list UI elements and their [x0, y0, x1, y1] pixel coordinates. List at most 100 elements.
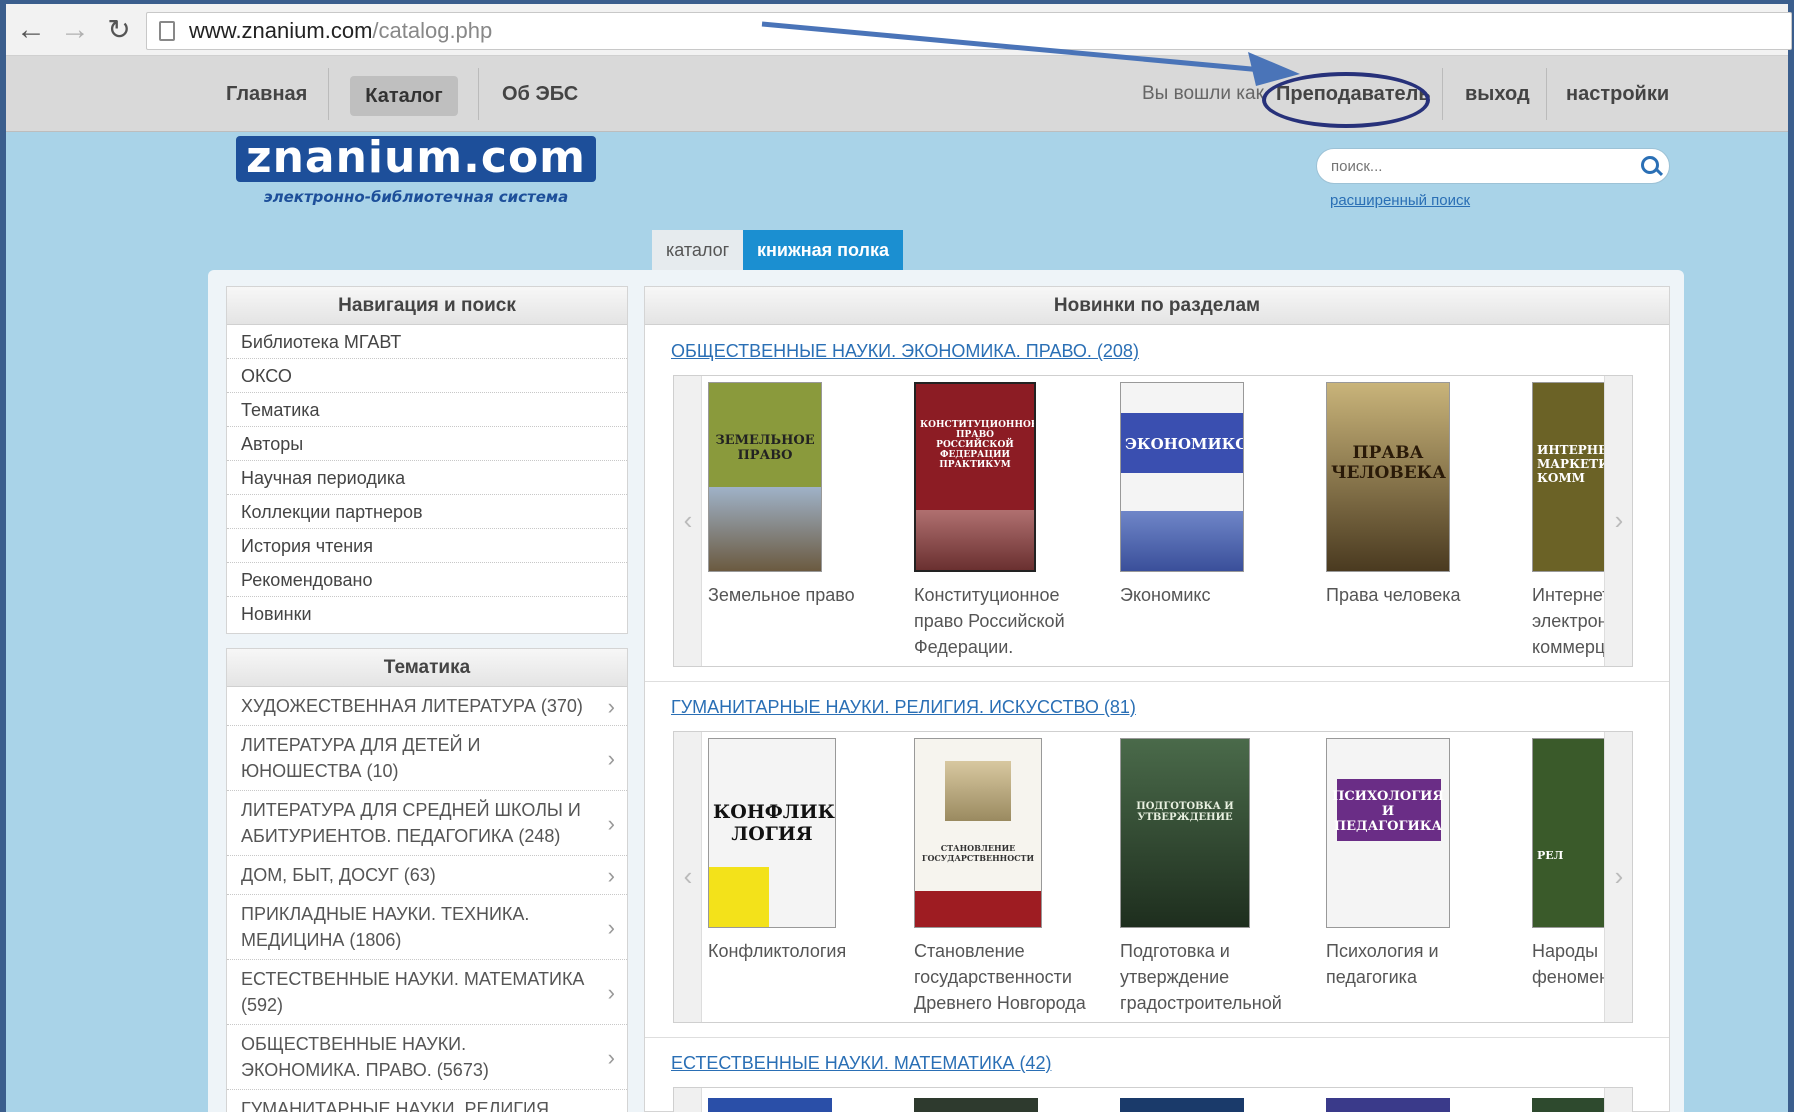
book-cover[interactable]: КОНСТИТУЦИОННОЕ ПРАВО РОССИЙСКОЙ ФЕДЕРАЦ… [914, 382, 1036, 572]
tab-catalog[interactable]: каталог [652, 230, 744, 270]
forward-arrow-icon[interactable]: → [58, 14, 92, 48]
book-cover[interactable]: ЗЕМЕЛЬНОЕ ПРАВО [708, 382, 822, 572]
nav-home-link[interactable]: Главная [226, 56, 307, 132]
nav-divider [1442, 68, 1443, 120]
section-link[interactable]: ОБЩЕСТВЕННЫЕ НАУКИ. ЭКОНОМИКА. ПРАВО. (2… [671, 341, 1139, 362]
nav-about-link[interactable]: Об ЭБС [502, 56, 578, 132]
tab-bookshelf[interactable]: книжная полка [743, 230, 903, 270]
cover-bg [915, 891, 1041, 927]
book-card[interactable]: РЕЛ Народы и религии феномен [1532, 738, 1606, 1016]
cover-bg [1121, 739, 1249, 927]
nav-catalog-link[interactable]: Каталог [350, 76, 458, 116]
topic-item[interactable]: ЕСТЕСТВЕННЫЕ НАУКИ. МАТЕМАТИКА (592) › [227, 960, 627, 1025]
chevron-right-icon: › [1614, 505, 1624, 535]
panel-title: Тематика [227, 649, 627, 687]
cover-photo [709, 487, 821, 571]
topic-item[interactable]: ДОМ, БЫТ, ДОСУГ (63) › [227, 856, 627, 895]
topic-label: ЕСТЕСТВЕННЫЕ НАУКИ. МАТЕМАТИКА (592) [241, 969, 585, 1015]
book-cover[interactable] [1532, 1098, 1606, 1112]
page-icon [159, 21, 175, 41]
book-card[interactable]: ЭКОНОМИКС Экономикс [1120, 382, 1310, 660]
advanced-search-link[interactable]: расширенный поиск [1330, 192, 1470, 209]
panel-title: Навигация и поиск [227, 287, 627, 325]
topic-item[interactable]: ХУДОЖЕСТВЕННАЯ ЛИТЕРАТУРА (370) › [227, 687, 627, 726]
book-cover[interactable] [914, 1098, 1038, 1112]
book-cover[interactable] [1120, 1098, 1244, 1112]
book-cover[interactable]: КОНФЛИКТО ЛОГИЯ [708, 738, 836, 928]
back-arrow-icon[interactable]: ← [14, 14, 48, 48]
book-cover[interactable]: СТАНОВЛЕНИЕ ГОСУДАРСТВЕННОСТИ [914, 738, 1042, 928]
carousel-viewport: КОНФЛИКТО ЛОГИЯ Конфликтология СТАНОВЛЕН… [702, 732, 1606, 1022]
book-card[interactable]: ИНТЕРНЕТ МАРКЕТИНГ КОММ Интернет-маркети… [1532, 382, 1606, 660]
book-cover[interactable] [1326, 1098, 1450, 1112]
topic-item[interactable]: ПРИКЛАДНЫЕ НАУКИ. ТЕХНИКА. МЕДИЦИНА (180… [227, 895, 627, 960]
nav-list-item[interactable]: Коллекции партнеров [227, 495, 627, 529]
chevron-right-icon: › [607, 863, 615, 888]
book-card[interactable]: СТАНОВЛЕНИЕ ГОСУДАРСТВЕННОСТИ Становлени… [914, 738, 1104, 1016]
book-cover[interactable]: ПРАВА ЧЕЛОВЕКА [1326, 382, 1450, 572]
section-divider [645, 1037, 1669, 1038]
carousel-next-arrow[interactable]: › [1604, 732, 1632, 1022]
book-card[interactable]: ПСИХОЛОГИЯ И ПЕДАГОГИКА Психология и пед… [1326, 738, 1516, 1016]
settings-link[interactable]: настройки [1566, 56, 1669, 132]
nav-list-item[interactable]: Рекомендовано [227, 563, 627, 597]
section-divider [645, 681, 1669, 682]
book-carousel: ‹ КОНФЛИКТО ЛОГИЯ Конфликтология СТАНОВЛ… [673, 731, 1633, 1023]
topic-label: ГУМАНИТАРНЫЕ НАУКИ. РЕЛИГИЯ. ИСКУССТВО (… [241, 1099, 554, 1112]
book-cover[interactable] [708, 1098, 832, 1112]
carousel-prev-arrow[interactable]: ‹ [674, 732, 702, 1022]
book-cover[interactable]: РЕЛ [1532, 738, 1606, 928]
cover-title: ПОДГОТОВКА И УТВЕРЖДЕНИЕ [1136, 801, 1234, 823]
book-card[interactable]: КОНСТИТУЦИОННОЕ ПРАВО РОССИЙСКОЙ ФЕДЕРАЦ… [914, 382, 1104, 660]
logout-link[interactable]: выход [1465, 56, 1530, 132]
book-card[interactable]: КОНФЛИКТО ЛОГИЯ Конфликтология [708, 738, 898, 1016]
topic-item[interactable]: ЛИТЕРАТУРА ДЛЯ ДЕТЕЙ И ЮНОШЕСТВА (10) › [227, 726, 627, 791]
book-cover[interactable]: ЭКОНОМИКС [1120, 382, 1244, 572]
nav-list-item[interactable]: Авторы [227, 427, 627, 461]
carousel-prev-arrow[interactable] [674, 1088, 702, 1112]
nav-list-item[interactable]: Тематика [227, 393, 627, 427]
carousel-prev-arrow[interactable]: ‹ [674, 376, 702, 666]
search-box [1316, 148, 1670, 184]
nav-list-item[interactable]: ОКСО [227, 359, 627, 393]
nav-list-item[interactable]: Новинки [227, 597, 627, 631]
url-host: www.znanium.com [189, 18, 373, 43]
nav-search-panel: Навигация и поиск Библиотека МГАВТ ОКСО … [226, 286, 628, 634]
reload-icon[interactable]: ↻ [102, 14, 136, 48]
cover-photo [945, 761, 1011, 821]
nav-list-item[interactable]: Научная периодика [227, 461, 627, 495]
book-title: Экономикс [1120, 585, 1211, 605]
topic-item[interactable]: ОБЩЕСТВЕННЫЕ НАУКИ. ЭКОНОМИКА. ПРАВО. (5… [227, 1025, 627, 1090]
chevron-left-icon: ‹ [683, 505, 693, 535]
section-link[interactable]: ГУМАНИТАРНЫЕ НАУКИ. РЕЛИГИЯ. ИСКУССТВО (… [671, 697, 1136, 718]
carousel-next-arrow[interactable]: › [1604, 376, 1632, 666]
section-link[interactable]: ЕСТЕСТВЕННЫЕ НАУКИ. МАТЕМАТИКА (42) [671, 1053, 1051, 1074]
nav-divider [328, 68, 329, 120]
book-card[interactable]: ПОДГОТОВКА И УТВЕРЖДЕНИЕ Подготовка и ут… [1120, 738, 1310, 1016]
cover-title: ПРАВА ЧЕЛОВЕКА [1331, 443, 1446, 483]
cover-title: ИНТЕРНЕТ МАРКЕТИНГ КОММ [1537, 443, 1606, 485]
search-icon[interactable] [1641, 156, 1659, 174]
nav-list-item[interactable]: Библиотека МГАВТ [227, 325, 627, 359]
topics-panel: Тематика ХУДОЖЕСТВЕННАЯ ЛИТЕРАТУРА (370)… [226, 648, 628, 1112]
panel-title: Новинки по разделам [645, 287, 1669, 325]
topic-label: ДОМ, БЫТ, ДОСУГ (63) [241, 865, 436, 885]
site-logo[interactable]: znanium.com электронно-библиотечная сист… [236, 136, 596, 214]
chevron-right-icon: › [607, 811, 615, 836]
topic-label: ОБЩЕСТВЕННЫЕ НАУКИ. ЭКОНОМИКА. ПРАВО. (5… [241, 1034, 489, 1080]
topic-item[interactable]: ГУМАНИТАРНЫЕ НАУКИ. РЕЛИГИЯ. ИСКУССТВО (… [227, 1090, 627, 1112]
topic-item[interactable]: ЛИТЕРАТУРА ДЛЯ СРЕДНЕЙ ШКОЛЫ И АБИТУРИЕН… [227, 791, 627, 856]
address-bar[interactable]: www.znanium.com/catalog.php [146, 12, 1792, 50]
nav-list-item[interactable]: История чтения [227, 529, 627, 563]
search-input[interactable] [1331, 149, 1631, 183]
logo-tagline: электронно-библиотечная система [263, 188, 569, 206]
book-card[interactable]: ПРАВА ЧЕЛОВЕКА Права человека [1326, 382, 1516, 660]
carousel-next-arrow[interactable] [1604, 1088, 1632, 1112]
new-books-panel: Новинки по разделам ОБЩЕСТВЕННЫЕ НАУКИ. … [644, 286, 1670, 1112]
book-card[interactable]: ЗЕМЕЛЬНОЕ ПРАВО Земельное право [708, 382, 898, 660]
topic-label: ЛИТЕРАТУРА ДЛЯ СРЕДНЕЙ ШКОЛЫ И АБИТУРИЕН… [241, 800, 581, 846]
book-cover[interactable]: ПСИХОЛОГИЯ И ПЕДАГОГИКА [1326, 738, 1450, 928]
book-cover[interactable]: ПОДГОТОВКА И УТВЕРЖДЕНИЕ [1120, 738, 1250, 928]
chevron-right-icon: › [607, 694, 615, 719]
book-cover[interactable]: ИНТЕРНЕТ МАРКЕТИНГ КОММ [1532, 382, 1606, 572]
